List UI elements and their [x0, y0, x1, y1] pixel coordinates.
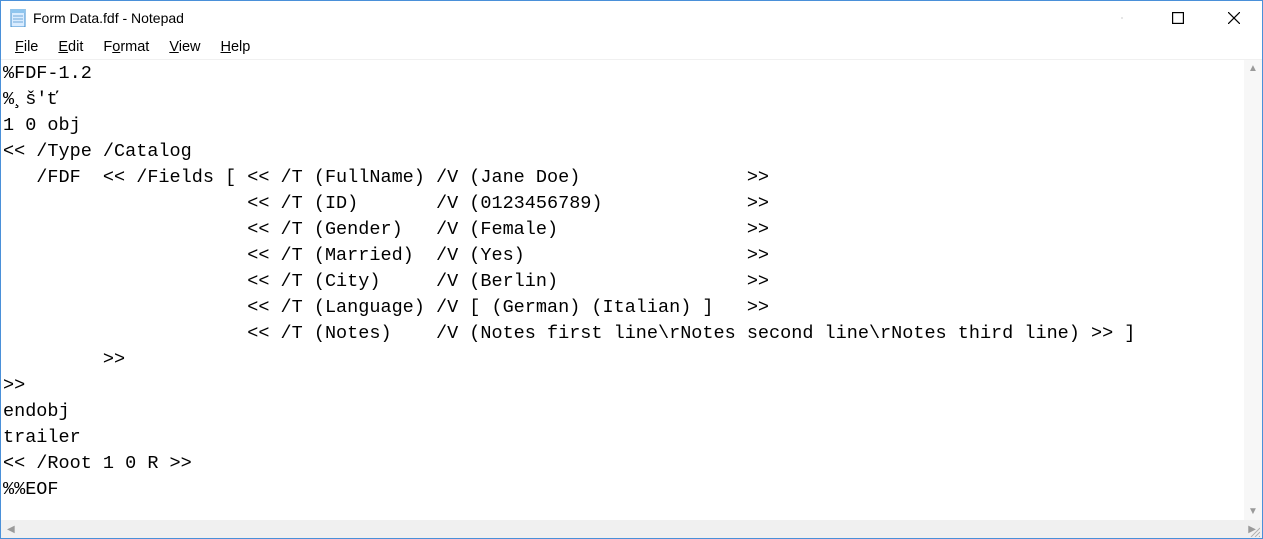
scroll-up-icon[interactable]: ▲: [1248, 60, 1258, 77]
window-frame: Form Data.fdf - Notepad File Edit Format…: [0, 0, 1263, 539]
editor-area: %FDF-1.2 %¸š'ť 1 0 obj << /Type /Catalog…: [1, 59, 1262, 538]
window-title: Form Data.fdf - Notepad: [33, 10, 184, 26]
menu-view[interactable]: View: [159, 37, 210, 57]
window-controls: [1094, 1, 1262, 35]
scroll-down-icon[interactable]: ▼: [1248, 503, 1258, 520]
close-button[interactable]: [1206, 1, 1262, 35]
text-editor[interactable]: %FDF-1.2 %¸š'ť 1 0 obj << /Type /Catalog…: [1, 60, 1262, 520]
horizontal-scrollbar[interactable]: ◀ ▶: [1, 520, 1262, 538]
menubar: File Edit Format View Help: [1, 35, 1262, 59]
minimize-button[interactable]: [1094, 1, 1150, 35]
vertical-scrollbar[interactable]: ▲ ▼: [1244, 60, 1262, 520]
scroll-left-icon[interactable]: ◀: [3, 524, 19, 535]
menu-help[interactable]: Help: [211, 37, 261, 57]
maximize-button[interactable]: [1150, 1, 1206, 35]
resize-grip[interactable]: [1248, 524, 1260, 536]
titlebar[interactable]: Form Data.fdf - Notepad: [1, 1, 1262, 35]
menu-format[interactable]: Format: [93, 37, 159, 57]
menu-file[interactable]: File: [5, 37, 48, 57]
notepad-icon: [9, 9, 27, 27]
menu-edit[interactable]: Edit: [48, 37, 93, 57]
